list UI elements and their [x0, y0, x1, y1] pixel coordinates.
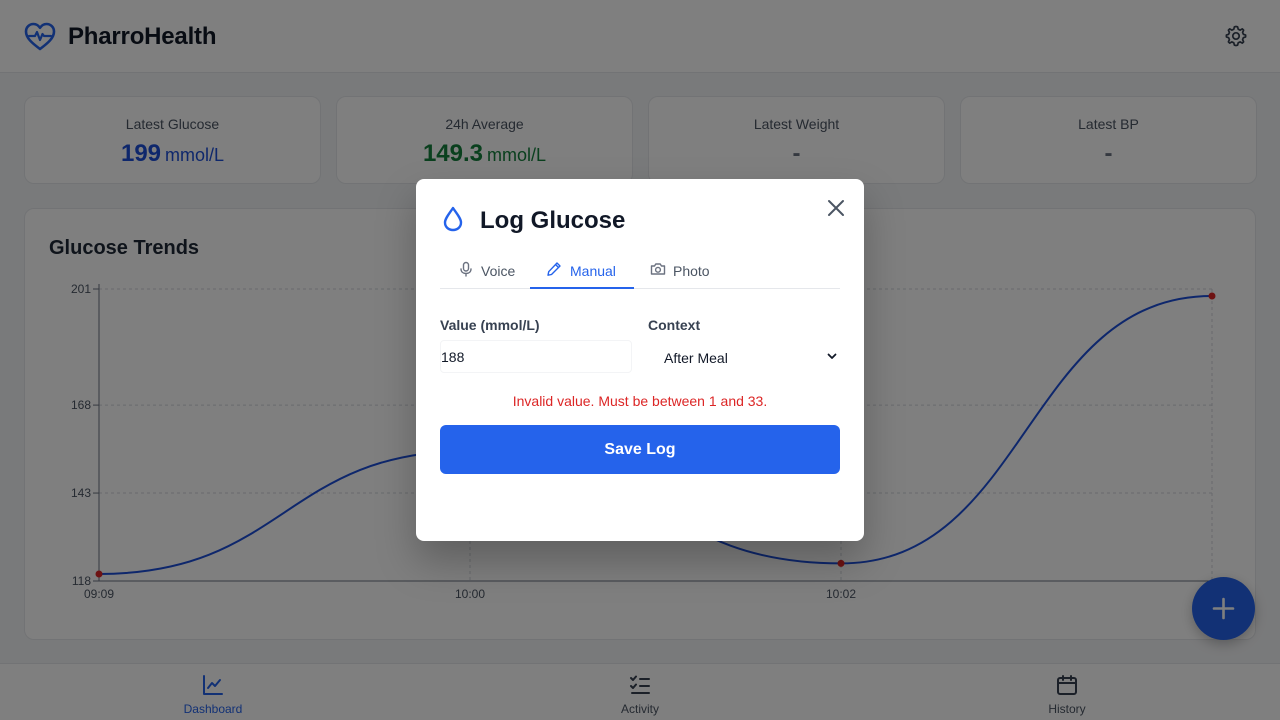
tab-voice[interactable]: Voice	[458, 251, 534, 289]
context-label: Context	[648, 317, 701, 333]
value-label: Value (mmol/L)	[440, 317, 540, 333]
entry-mode-tabs: Voice Manual Photo	[440, 251, 840, 289]
tab-photo[interactable]: Photo	[650, 251, 730, 289]
pencil-icon	[547, 262, 561, 276]
tab-manual[interactable]: Manual	[530, 251, 634, 289]
droplet-icon	[443, 206, 463, 232]
log-glucose-modal: Log Glucose Voice Manual Photo Value (mm…	[416, 179, 864, 541]
tab-label: Photo	[673, 263, 710, 279]
camera-icon	[650, 263, 666, 275]
tab-label: Manual	[570, 263, 616, 279]
save-log-button[interactable]: Save Log	[440, 425, 840, 474]
modal-title: Log Glucose	[480, 207, 626, 234]
context-select[interactable]: After Meal	[648, 340, 840, 373]
context-select-value: After Meal	[664, 350, 728, 366]
glucose-value-input[interactable]	[440, 340, 632, 373]
close-icon[interactable]	[824, 196, 848, 220]
validation-error: Invalid value. Must be between 1 and 33.	[512, 393, 768, 409]
chevron-down-icon	[827, 353, 837, 359]
microphone-icon	[460, 261, 472, 277]
tab-label: Voice	[481, 263, 516, 279]
